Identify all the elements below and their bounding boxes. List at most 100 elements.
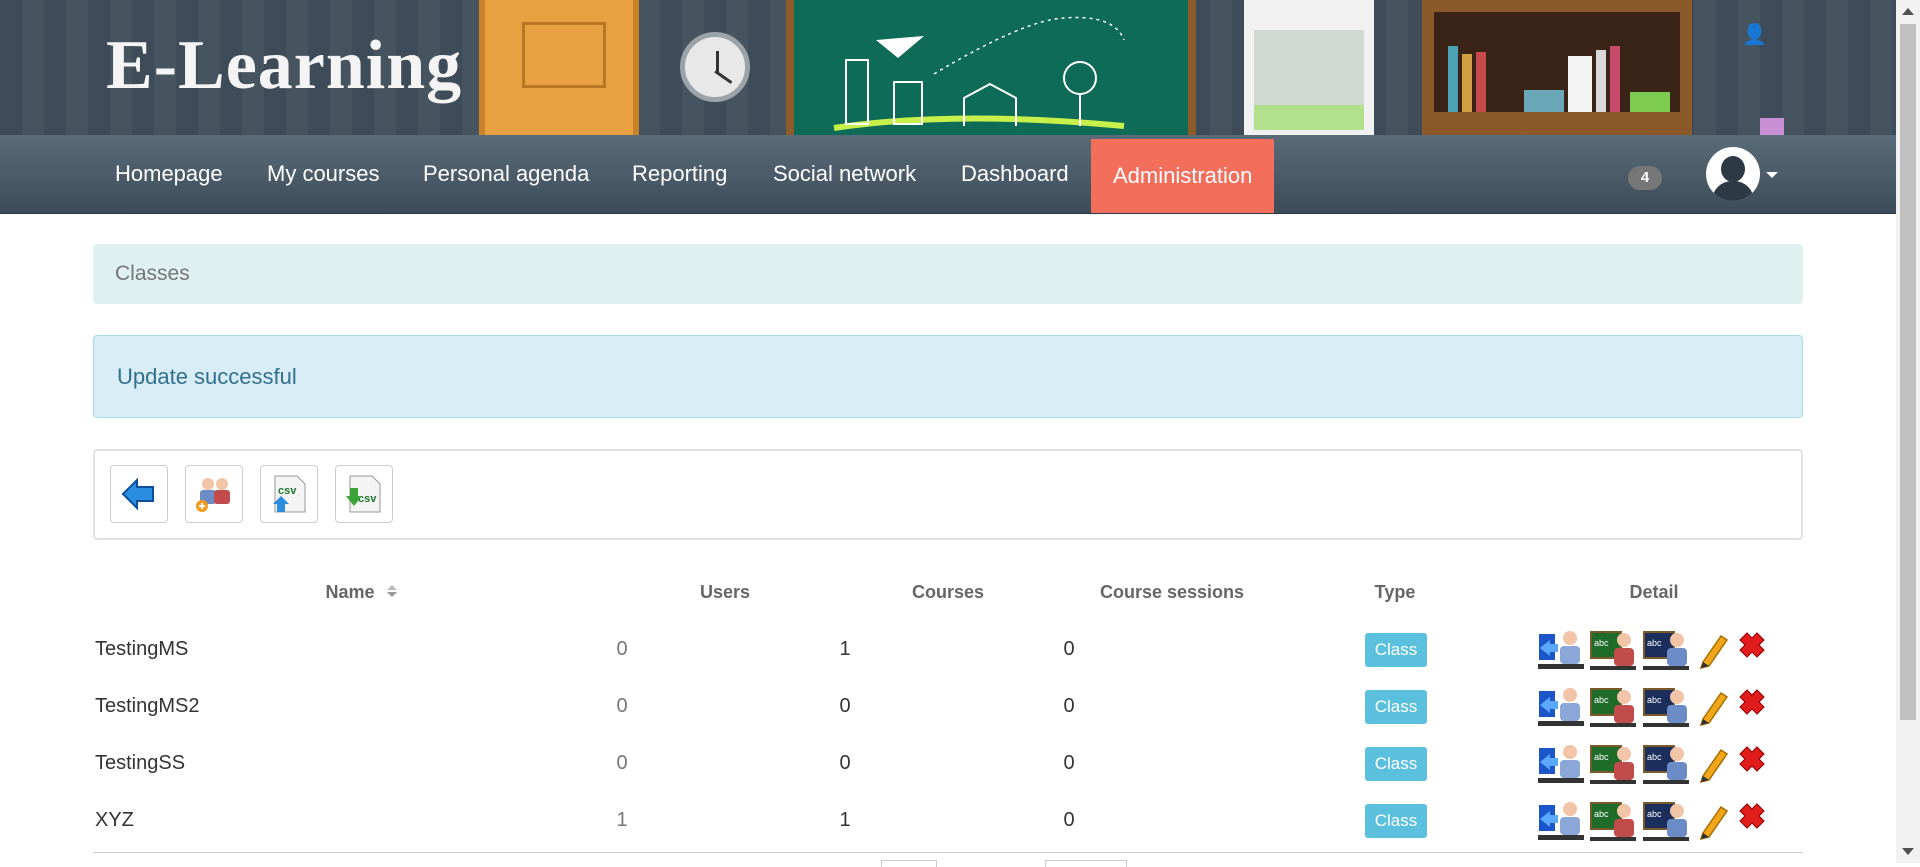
- type-label: Class: [1365, 690, 1427, 724]
- column-header-course-sessions[interactable]: Course sessions: [1092, 582, 1252, 603]
- csv-import-icon: csv: [273, 475, 306, 513]
- subscribe-courses-button[interactable]: abc: [1590, 799, 1638, 843]
- subscribe-courses-icon: abc: [1590, 631, 1636, 670]
- sessions-count-cell: 0: [1063, 752, 1075, 774]
- edit-pencil-icon: [1699, 748, 1729, 784]
- edit-pencil-button[interactable]: [1697, 628, 1729, 672]
- subscribe-courses-icon: abc: [1590, 688, 1636, 727]
- class-name-cell: XYZ: [95, 809, 134, 831]
- delete-button[interactable]: [1735, 742, 1769, 786]
- subscribe-courses-button[interactable]: abc: [1590, 685, 1638, 729]
- breadcrumb-current: Classes: [115, 262, 190, 285]
- main-navbar: Homepage My courses Personal agenda Repo…: [0, 135, 1896, 214]
- nav-my-courses[interactable]: My courses: [267, 135, 379, 213]
- class-name-cell: TestingSS: [95, 752, 186, 774]
- bookshelf-illustration: [1422, 0, 1692, 135]
- subscribe-sessions-icon: abc: [1643, 631, 1689, 670]
- sessions-count-cell: 0: [1063, 638, 1075, 660]
- nav-dashboard[interactable]: Dashboard: [961, 135, 1069, 213]
- users-count-cell: 0: [616, 638, 628, 660]
- column-header-users[interactable]: Users: [675, 582, 775, 603]
- column-header-name[interactable]: Name: [300, 582, 400, 603]
- class-name-cell: TestingMS: [95, 638, 189, 660]
- csv-export-button[interactable]: csv: [335, 465, 393, 523]
- page-select[interactable]: [1045, 860, 1127, 867]
- edit-pencil-icon: [1699, 634, 1729, 670]
- edit-pencil-button[interactable]: [1697, 742, 1729, 786]
- delete-button[interactable]: [1735, 685, 1769, 729]
- edit-pencil-button[interactable]: [1697, 799, 1729, 843]
- subscribe-users-icon: [1538, 631, 1584, 669]
- table-bottom-border: [93, 852, 1803, 853]
- csv-label: csv: [278, 485, 297, 497]
- courses-count-cell: 1: [839, 809, 851, 831]
- page-size-select[interactable]: [881, 860, 937, 867]
- type-label: Class: [1365, 633, 1427, 667]
- scroll-down-arrow-icon[interactable]: [1902, 848, 1914, 855]
- nav-personal-agenda[interactable]: Personal agenda: [423, 135, 589, 213]
- courses-count-cell: 0: [839, 752, 851, 774]
- csv-import-button[interactable]: csv: [260, 465, 318, 523]
- subscribe-courses-icon: abc: [1590, 802, 1636, 841]
- delete-button[interactable]: [1735, 628, 1769, 672]
- subscribe-sessions-icon: abc: [1643, 688, 1689, 727]
- subscribe-sessions-icon: abc: [1643, 802, 1689, 841]
- svg-text:abc: abc: [1594, 695, 1609, 705]
- column-header-courses[interactable]: Courses: [898, 582, 998, 603]
- vertical-scrollbar[interactable]: [1896, 0, 1920, 863]
- delete-icon: [1739, 689, 1765, 715]
- subscribe-users-button[interactable]: [1538, 742, 1586, 786]
- add-class-icon: [196, 478, 230, 512]
- pencil-cup-illustration: [1760, 118, 1784, 135]
- delete-button[interactable]: [1735, 799, 1769, 843]
- users-count-cell: 1: [616, 809, 628, 831]
- subscribe-users-icon: [1538, 745, 1584, 783]
- subscribe-users-button[interactable]: [1538, 685, 1586, 729]
- class-name-cell: TestingMS2: [95, 695, 200, 717]
- edit-pencil-button[interactable]: [1697, 685, 1729, 729]
- clock-icon: [680, 32, 750, 102]
- nav-homepage[interactable]: Homepage: [115, 135, 223, 213]
- subscribe-courses-button[interactable]: abc: [1590, 742, 1638, 786]
- scroll-up-arrow-icon[interactable]: [1902, 8, 1914, 15]
- site-logo[interactable]: E-Learning: [106, 26, 462, 106]
- courses-count-cell: 0: [839, 695, 851, 717]
- subscribe-users-icon: [1538, 802, 1584, 840]
- csv-label: csv: [358, 493, 377, 505]
- nav-social-network[interactable]: Social network: [773, 135, 916, 213]
- sort-icon[interactable]: [386, 584, 398, 598]
- breadcrumb: Classes: [93, 244, 1803, 304]
- user-avatar[interactable]: [1706, 147, 1760, 201]
- banner-poster-illustration: [1244, 0, 1374, 135]
- scrollbar-thumb[interactable]: [1900, 24, 1916, 720]
- subscribe-users-icon: [1538, 688, 1584, 726]
- subscribe-users-button[interactable]: [1538, 799, 1586, 843]
- courses-count-cell: 1: [839, 638, 851, 660]
- type-label: Class: [1365, 804, 1427, 838]
- subscribe-sessions-button[interactable]: abc: [1643, 799, 1691, 843]
- subscribe-courses-button[interactable]: abc: [1590, 628, 1638, 672]
- subscribe-users-button[interactable]: [1538, 628, 1586, 672]
- nav-administration[interactable]: Administration: [1091, 139, 1275, 213]
- user-silhouette-icon: 👤: [1742, 24, 1767, 46]
- csv-export-icon: csv: [346, 475, 381, 513]
- nav-reporting[interactable]: Reporting: [632, 135, 727, 213]
- subscribe-sessions-button[interactable]: abc: [1643, 742, 1691, 786]
- notification-badge[interactable]: 4: [1628, 166, 1662, 190]
- header-banner: E-Learning 👤: [0, 0, 1896, 135]
- svg-text:abc: abc: [1594, 809, 1609, 819]
- chevron-down-icon[interactable]: [1766, 172, 1778, 178]
- alert-message: Update successful: [117, 364, 297, 389]
- column-header-type: Type: [1374, 582, 1416, 602]
- subscribe-sessions-button[interactable]: abc: [1643, 628, 1691, 672]
- add-class-button[interactable]: [185, 465, 243, 523]
- chalkboard-illustration: [786, 0, 1196, 135]
- back-button[interactable]: [110, 465, 168, 523]
- svg-text:abc: abc: [1647, 695, 1662, 705]
- edit-pencil-icon: [1699, 691, 1729, 727]
- svg-text:abc: abc: [1647, 638, 1662, 648]
- subscribe-sessions-button[interactable]: abc: [1643, 685, 1691, 729]
- sessions-count-cell: 0: [1063, 809, 1075, 831]
- users-count-cell: 0: [616, 752, 628, 774]
- alert-info: Update successful: [93, 335, 1803, 418]
